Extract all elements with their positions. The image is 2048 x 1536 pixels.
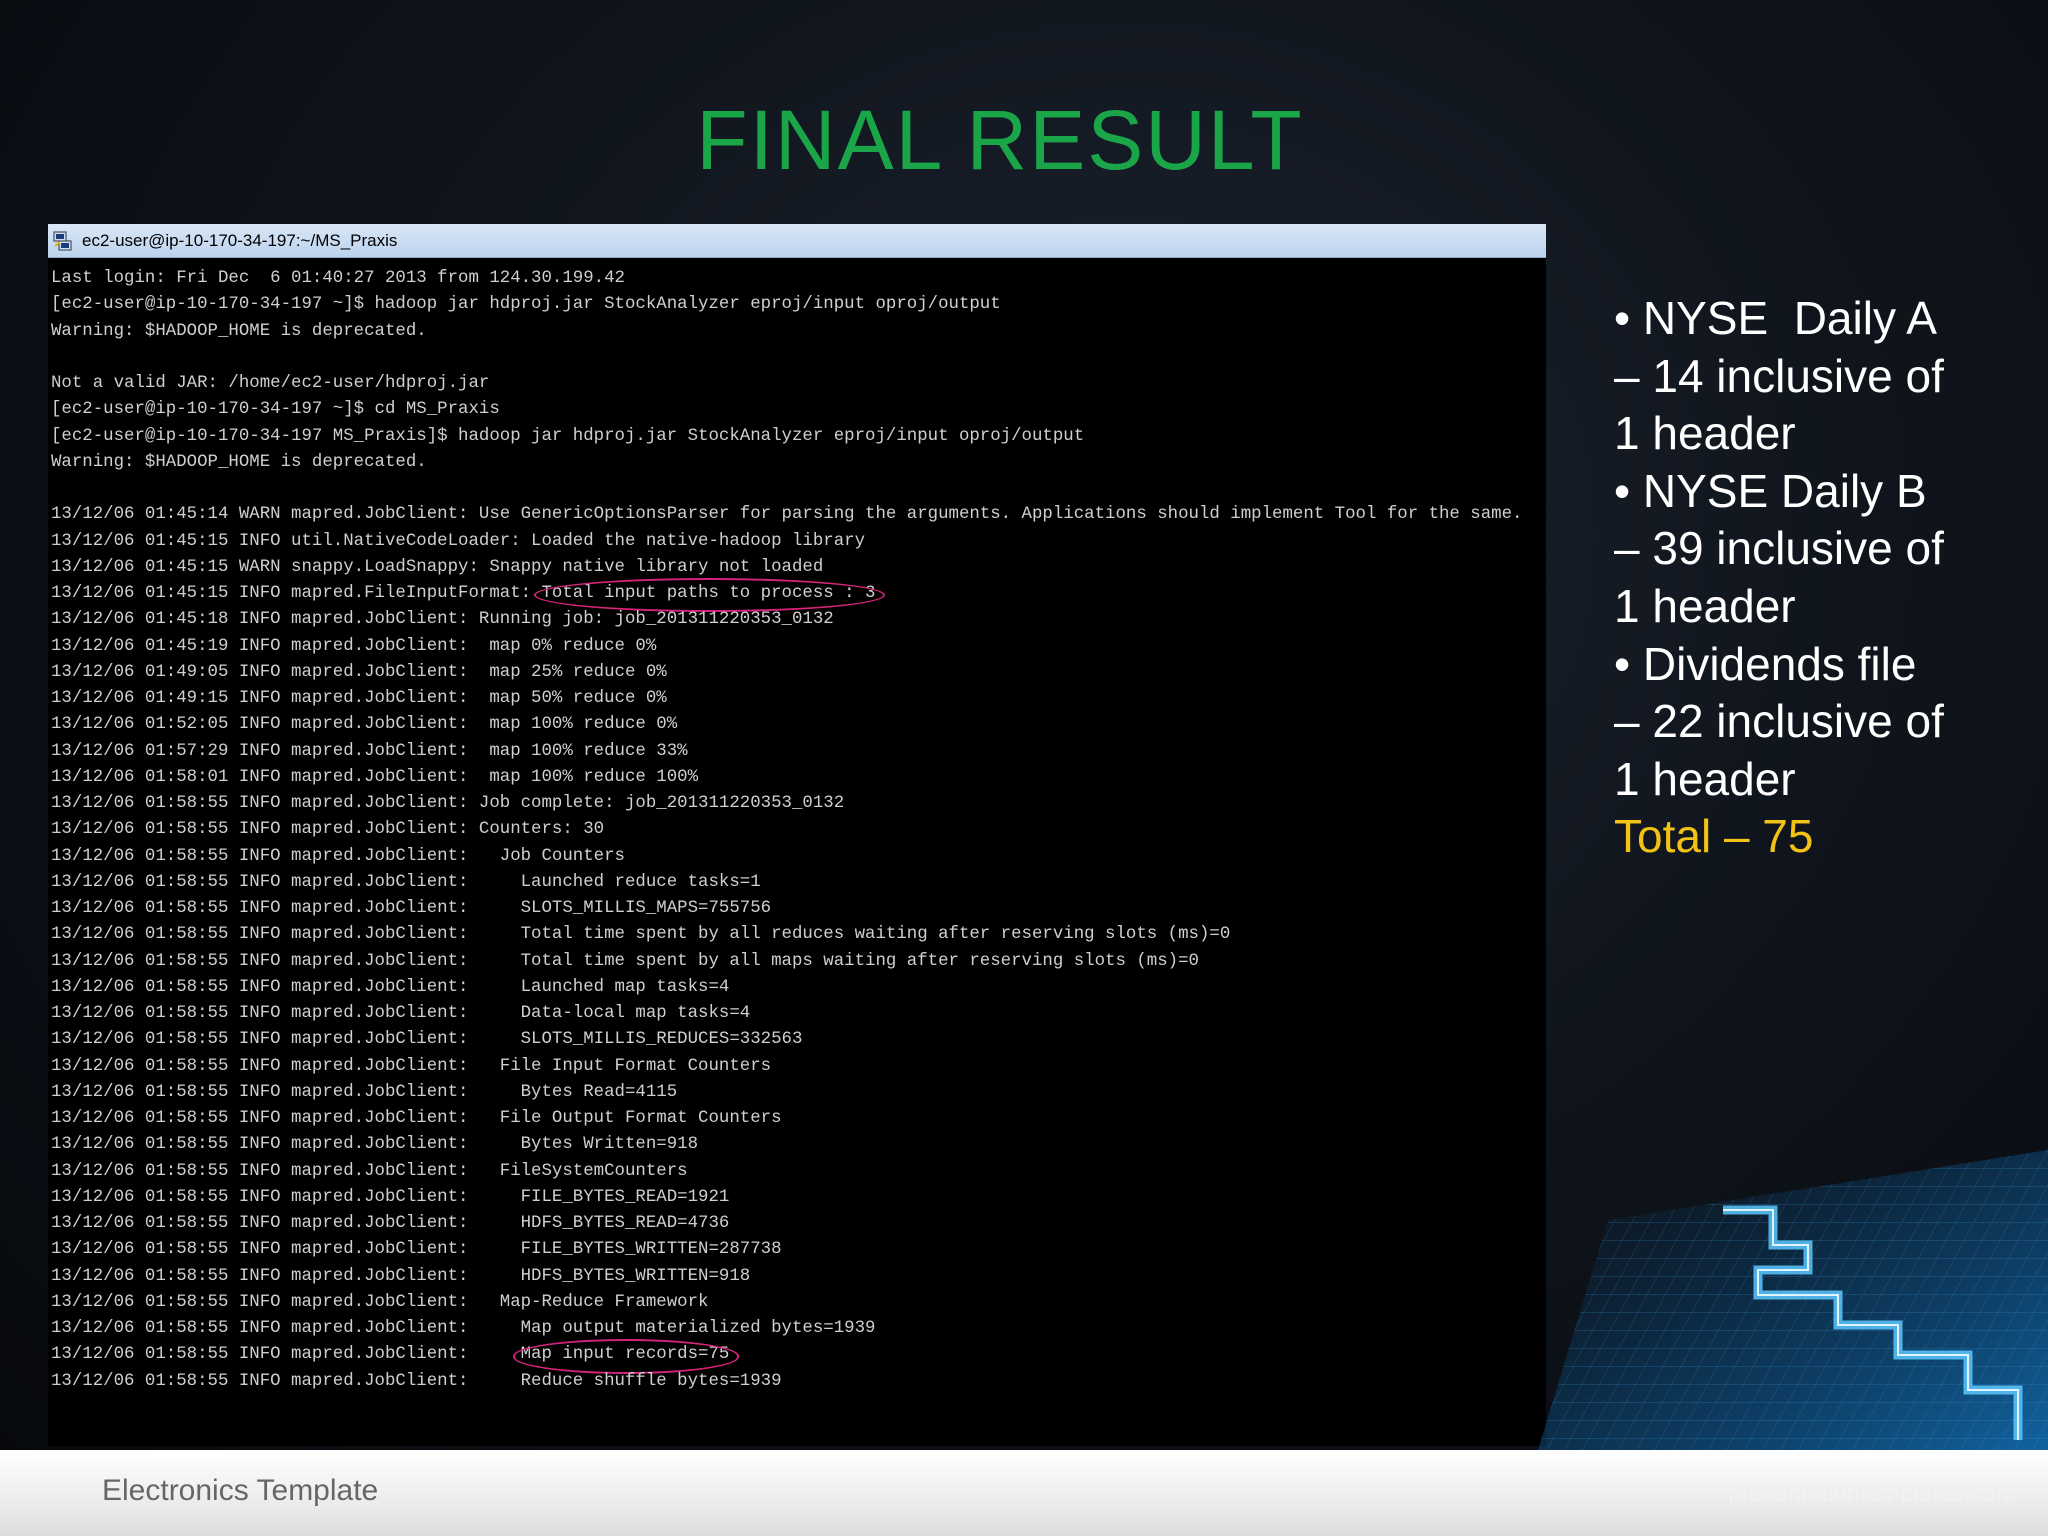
terminal-line: [ec2-user@ip-10-170-34-197 ~]$ cd MS_Pra… — [51, 400, 500, 420]
summary-line: • NYSE Daily A — [1614, 292, 1937, 344]
summary-line: – 22 inclusive of — [1614, 695, 1944, 748]
terminal-line: 13/12/06 01:58:55 INFO mapred.JobClient:… — [51, 1056, 782, 1076]
summary-list: • NYSE Daily A – 14 inclusive of 1 header •… — [1614, 290, 2034, 866]
terminal-line: 13/12/06 01:58:55 INFO mapred.JobClient:… — [51, 1371, 782, 1391]
terminal-line: 13/12/06 01:58:55 INFO mapred.JobClient:… — [51, 872, 761, 892]
terminal-line: 13/12/06 01:58:55 INFO mapred.JobClient:… — [51, 820, 605, 840]
terminal-line: 13/12/06 01:49:15 INFO mapred.JobClient:… — [51, 689, 667, 708]
highlighted-output: Total input paths to process : 3 — [533, 577, 886, 613]
terminal-line: 13/12/06 01:58:55 INFO mapred.JobClient:… — [51, 1030, 803, 1050]
terminal-line: [ec2-user@ip-10-170-34-197 ~]$ hadoop ja… — [51, 295, 1001, 315]
terminal-output[interactable]: Last login: Fri Dec 6 01:40:27 2013 from… — [48, 258, 1546, 1395]
terminal-line: 13/12/06 01:58:55 INFO mapred.JobClient:… — [51, 1187, 730, 1207]
putty-icon — [52, 230, 74, 252]
summary-line: • Dividends file — [1614, 637, 1917, 690]
terminal-title: ec2-user@ip-10-170-34-197:~/MS_Praxis — [82, 230, 398, 250]
terminal-line: 13/12/06 01:58:55 INFO mapred.JobClient:… — [51, 1240, 782, 1260]
terminal-line: 13/12/06 01:45:19 INFO mapred.JobClient:… — [51, 636, 657, 656]
terminal-line: 13/12/06 01:45:14 WARN mapred.JobClient:… — [51, 505, 1523, 525]
terminal-line-prefix: 13/12/06 01:58:55 INFO mapred.JobClient: — [51, 1345, 521, 1365]
terminal-window[interactable]: ec2-user@ip-10-170-34-197:~/MS_Praxis La… — [48, 224, 1546, 1446]
footer-text: Electronics Template — [102, 1474, 379, 1507]
circuit-grid-decoration — [1508, 1150, 2048, 1450]
terminal-line: 13/12/06 01:58:55 INFO mapred.JobClient:… — [51, 1004, 751, 1023]
summary-line: • NYSE Daily B — [1614, 464, 1927, 517]
terminal-line-prefix: 13/12/06 01:45:15 INFO mapred.FileInputF… — [51, 584, 542, 603]
summary-line: 1 header — [1614, 579, 1796, 632]
summary-line: – 14 inclusive of — [1614, 349, 1944, 402]
terminal-line: 13/12/06 01:58:55 INFO mapred.JobClient:… — [51, 1214, 730, 1233]
terminal-line: Last login: Fri Dec 6 01:40:27 2013 from… — [51, 269, 625, 288]
terminal-line: 13/12/06 01:58:55 INFO mapred.JobClient:… — [51, 951, 1199, 971]
terminal-line: 13/12/06 01:58:55 INFO mapred.JobClient:… — [51, 846, 636, 866]
terminal-line: 13/12/06 01:52:05 INFO mapred.JobClient:… — [51, 715, 678, 735]
terminal-line: 13/12/06 01:45:15 INFO mapred.FileInputF… — [51, 577, 1546, 613]
terminal-line: 13/12/06 01:45:15 WARN snappy.LoadSnappy… — [51, 557, 824, 577]
terminal-line: 13/12/06 01:49:05 INFO mapred.JobClient:… — [51, 662, 667, 682]
terminal-line: 13/12/06 01:58:55 INFO mapred.JobClient:… — [51, 1292, 709, 1312]
terminal-line: 13/12/06 01:57:29 INFO mapred.JobClient:… — [51, 741, 688, 761]
terminal-line: 13/12/06 01:58:55 INFO mapred.JobClient:… — [51, 1339, 1546, 1374]
terminal-line: 13/12/06 01:58:55 INFO mapred.JobClient:… — [51, 1109, 792, 1128]
terminal-line: 13/12/06 01:58:55 INFO mapred.JobClient:… — [51, 1266, 751, 1286]
slide-footer: Electronics Template presentationtemplat… — [0, 1450, 2048, 1536]
terminal-line: 13/12/06 01:58:55 INFO mapred.JobClient:… — [51, 925, 1231, 945]
summary-line: – 39 inclusive of — [1614, 522, 1944, 575]
terminal-line: 13/12/06 01:58:55 INFO mapred.JobClient:… — [51, 794, 845, 813]
slide-title: FINAL RESULT — [696, 93, 1304, 187]
terminal-line: 13/12/06 01:58:55 INFO mapred.JobClient:… — [51, 977, 730, 997]
terminal-line: Not a valid JAR: /home/ec2-user/hdproj.j… — [51, 374, 490, 393]
terminal-line: 13/12/06 01:58:55 INFO mapred.JobClient:… — [51, 899, 772, 918]
summary-total: Total – 75 — [1614, 810, 1814, 863]
terminal-line: Warning: $HADOOP_HOME is deprecated. — [51, 452, 427, 472]
terminal-line: 13/12/06 01:58:55 INFO mapred.JobClient:… — [51, 1082, 678, 1102]
terminal-titlebar[interactable]: ec2-user@ip-10-170-34-197:~/MS_Praxis — [48, 224, 1546, 258]
terminal-line: 13/12/06 01:58:55 INFO mapred.JobClient:… — [51, 1319, 876, 1338]
terminal-line: 13/12/06 01:58:55 INFO mapred.JobClient:… — [51, 1161, 688, 1181]
terminal-line: 13/12/06 01:45:18 INFO mapred.JobClient:… — [51, 610, 834, 630]
summary-line: 1 header — [1614, 407, 1796, 460]
terminal-line: 13/12/06 01:45:15 INFO util.NativeCodeLo… — [51, 531, 866, 551]
watermark: presentationtemplates.com — [1727, 1480, 2016, 1507]
terminal-line: [ec2-user@ip-10-170-34-197 MS_Praxis]$ h… — [51, 426, 1085, 446]
terminal-line: 13/12/06 01:58:01 INFO mapred.JobClient:… — [51, 767, 699, 787]
highlighted-output: Map input records=75 — [512, 1339, 740, 1374]
terminal-line: Warning: $HADOOP_HOME is deprecated. — [51, 321, 427, 341]
terminal-line: 13/12/06 01:58:55 INFO mapred.JobClient:… — [51, 1135, 699, 1155]
summary-line: 1 header — [1614, 752, 1796, 805]
